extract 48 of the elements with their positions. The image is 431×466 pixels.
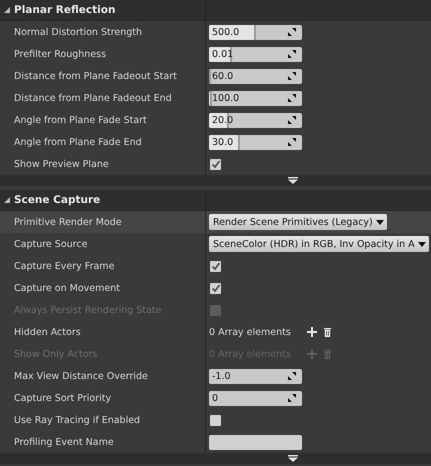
number-field[interactable]: 20.0 bbox=[209, 112, 302, 128]
section-header[interactable]: Scene Capture bbox=[0, 190, 431, 211]
section-header[interactable]: Planar Reflection bbox=[0, 0, 431, 21]
expand-advanced-icon[interactable] bbox=[288, 455, 298, 462]
property-label: Profiling Event Name bbox=[13, 436, 115, 448]
property-label: Normal Distortion Strength bbox=[13, 26, 144, 38]
number-field[interactable]: 100.0 bbox=[209, 90, 302, 106]
property-label: Capture Sort Priority bbox=[13, 392, 112, 404]
trash-icon[interactable] bbox=[322, 327, 332, 337]
drag-icon bbox=[288, 94, 296, 102]
property-label: Angle from Plane Fade Start bbox=[13, 114, 148, 126]
property-label: Primitive Render Mode bbox=[13, 216, 123, 228]
number-field[interactable]: 60.0 bbox=[209, 68, 302, 84]
dropdown[interactable]: Render Scene Primitives (Legacy) bbox=[209, 214, 387, 230]
dropdown[interactable]: SceneColor (HDR) in RGB, Inv Opacity in A bbox=[209, 236, 429, 252]
caret-icon bbox=[376, 220, 384, 224]
checkbox[interactable] bbox=[210, 414, 221, 426]
drag-icon bbox=[288, 28, 296, 36]
number-field[interactable]: 0 bbox=[209, 390, 302, 406]
drag-icon bbox=[288, 116, 296, 124]
expand-advanced-icon[interactable] bbox=[288, 177, 298, 184]
drag-icon bbox=[288, 394, 296, 402]
drag-icon bbox=[288, 138, 296, 146]
property-label: Hidden Actors bbox=[13, 326, 82, 338]
input-field[interactable] bbox=[209, 434, 302, 450]
property-label: Distance from Plane Fadeout Start bbox=[13, 70, 178, 82]
number-field[interactable]: 30.0 bbox=[209, 134, 302, 150]
property-label: Capture on Movement bbox=[13, 282, 121, 294]
checkbox[interactable] bbox=[210, 158, 221, 170]
number-field[interactable]: -1.0 bbox=[209, 368, 302, 384]
property-label: Capture Source bbox=[13, 238, 88, 250]
drag-icon bbox=[288, 372, 296, 380]
add-icon[interactable] bbox=[306, 327, 317, 337]
drag-icon bbox=[288, 50, 296, 58]
property-label: Show Preview Plane bbox=[13, 158, 110, 170]
number-field[interactable]: 500.0 bbox=[209, 24, 302, 40]
property-label: Use Ray Tracing if Enabled bbox=[13, 414, 142, 426]
array-count: 0 Array elements bbox=[209, 326, 291, 338]
property-label: Angle from Plane Fade End bbox=[13, 136, 143, 148]
property-label: Prefilter Roughness bbox=[13, 48, 108, 60]
property-label: Max View Distance Override bbox=[13, 370, 149, 382]
caret-icon bbox=[418, 242, 426, 246]
drag-icon bbox=[288, 72, 296, 80]
property-label: Capture Every Frame bbox=[13, 260, 116, 272]
checkbox[interactable] bbox=[210, 282, 221, 294]
property-label: Distance from Plane Fadeout End bbox=[13, 92, 173, 104]
number-field[interactable]: 0.01 bbox=[209, 46, 302, 62]
checkbox[interactable] bbox=[210, 260, 221, 272]
